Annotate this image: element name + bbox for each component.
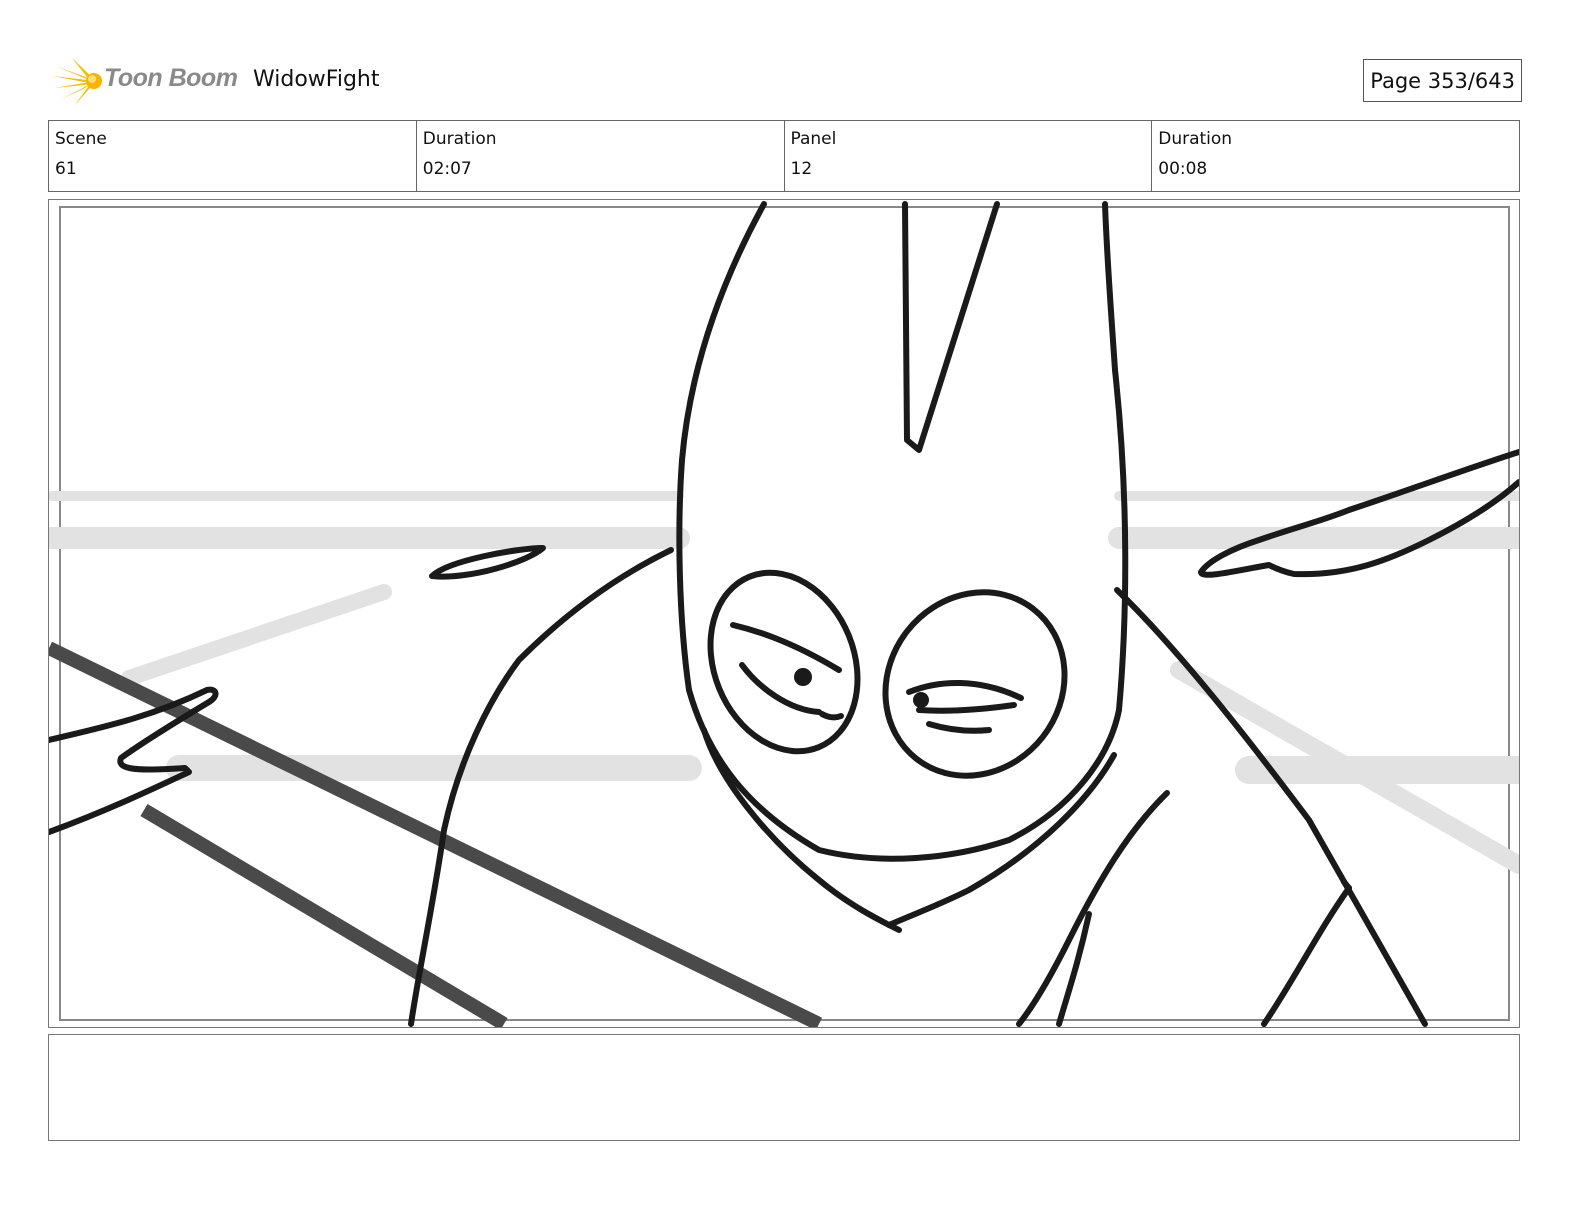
toon-boom-logo-icon [50,54,110,108]
page-header: Toon Boom WidowFight Page 353/643 [48,54,1522,108]
panel-cell: Panel 12 [785,121,1153,191]
safe-area-frame [59,206,1510,1021]
scene-duration-value: 02:07 [422,159,472,179]
scene-cell: Scene 61 [49,121,417,191]
panel-notes-box [48,1034,1520,1141]
panel-label: Panel [790,129,837,149]
ring-ropes [49,641,823,1027]
panel-drawing [49,201,1519,1027]
panel-duration-label: Duration [1158,129,1233,149]
character-lineart [49,201,1519,1027]
scene-value: 61 [55,159,77,179]
scene-label: Scene [55,129,107,149]
project-title: WidowFight [253,67,380,92]
page-counter: Page 353/643 [1363,59,1522,102]
scene-duration-label: Duration [422,129,497,149]
panel-value: 12 [790,159,813,179]
panel-duration-value: 00:08 [1158,159,1208,179]
brand-name: Toon Boom [104,64,238,92]
panel-info-table: Scene 61 Duration 02:07 Panel 12 Duratio… [48,120,1520,192]
panel-duration-cell: Duration 00:08 [1152,121,1519,191]
scene-duration-cell: Duration 02:07 [417,121,785,191]
storyboard-panel [48,199,1520,1028]
